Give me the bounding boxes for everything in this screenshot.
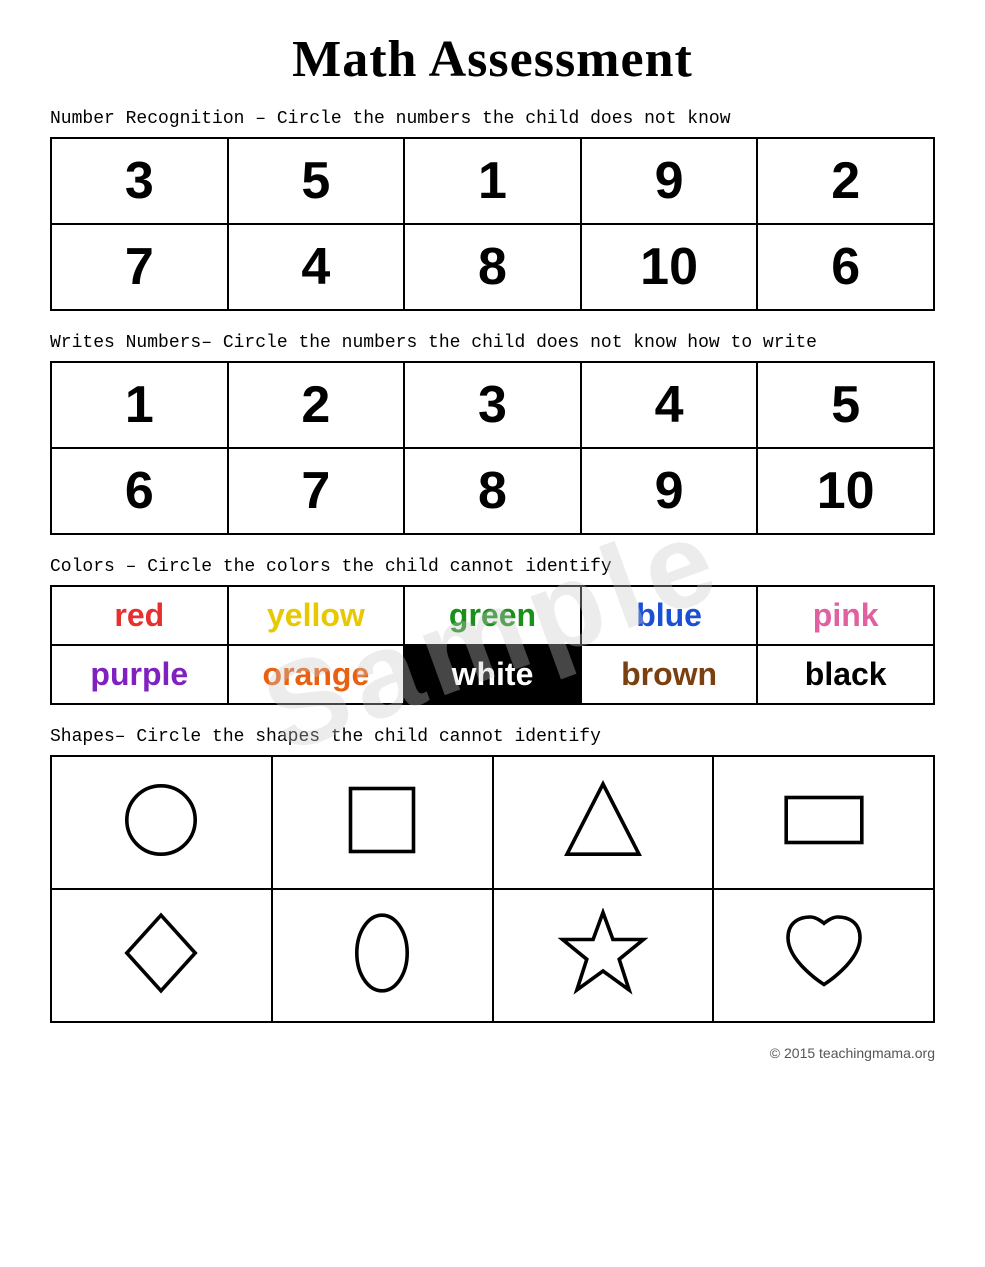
table-cell: 9 xyxy=(581,448,758,534)
color-cell-yellow: yellow xyxy=(228,586,405,645)
shape-cell-circle xyxy=(51,756,272,889)
shape-cell-diamond xyxy=(51,889,272,1022)
color-cell-orange: orange xyxy=(228,645,405,704)
number-recognition-table: 3 5 1 9 2 7 4 8 10 6 xyxy=(50,137,935,311)
footer: © 2015 teachingmama.org xyxy=(50,1045,935,1061)
colors-label: Colors – Circle the colors the child can… xyxy=(50,557,935,577)
heart-icon xyxy=(779,908,869,998)
shapes-label: Shapes– Circle the shapes the child cann… xyxy=(50,727,935,747)
table-cell: 2 xyxy=(757,138,934,224)
table-cell: 9 xyxy=(581,138,758,224)
table-cell: 10 xyxy=(581,224,758,310)
table-cell: 7 xyxy=(51,224,228,310)
color-cell-white: white xyxy=(404,645,581,704)
table-cell: 4 xyxy=(581,362,758,448)
table-cell: 1 xyxy=(404,138,581,224)
square-icon xyxy=(337,775,427,865)
triangle-icon xyxy=(558,775,648,865)
table-cell: 5 xyxy=(228,138,405,224)
table-cell: 4 xyxy=(228,224,405,310)
table-cell: 10 xyxy=(757,448,934,534)
color-cell-brown: brown xyxy=(581,645,758,704)
writes-numbers-table: 1 2 3 4 5 6 7 8 9 10 xyxy=(50,361,935,535)
color-cell-green: green xyxy=(404,586,581,645)
colors-table: red yellow green blue pink purple orange… xyxy=(50,585,935,705)
table-cell: 8 xyxy=(404,448,581,534)
color-cell-red: red xyxy=(51,586,228,645)
number-recognition-label: Number Recognition – Circle the numbers … xyxy=(50,109,935,129)
rectangle-icon xyxy=(779,775,869,865)
shape-cell-oval xyxy=(272,889,493,1022)
shape-cell-star xyxy=(493,889,714,1022)
diamond-icon xyxy=(116,908,206,998)
table-cell: 5 xyxy=(757,362,934,448)
circle-icon xyxy=(116,775,206,865)
star-icon xyxy=(558,908,648,998)
table-cell: 3 xyxy=(404,362,581,448)
table-cell: 8 xyxy=(404,224,581,310)
color-cell-blue: blue xyxy=(581,586,758,645)
color-cell-purple: purple xyxy=(51,645,228,704)
shapes-table xyxy=(50,755,935,1023)
page-title: Math Assessment xyxy=(50,30,935,89)
color-cell-black: black xyxy=(757,645,934,704)
shape-cell-heart xyxy=(713,889,934,1022)
writes-numbers-label: Writes Numbers– Circle the numbers the c… xyxy=(50,333,935,353)
color-cell-pink: pink xyxy=(757,586,934,645)
shape-cell-triangle xyxy=(493,756,714,889)
oval-icon xyxy=(337,908,427,998)
table-cell: 3 xyxy=(51,138,228,224)
shape-cell-rectangle xyxy=(713,756,934,889)
shape-cell-square xyxy=(272,756,493,889)
table-cell: 6 xyxy=(757,224,934,310)
table-cell: 6 xyxy=(51,448,228,534)
table-cell: 1 xyxy=(51,362,228,448)
table-cell: 2 xyxy=(228,362,405,448)
table-cell: 7 xyxy=(228,448,405,534)
